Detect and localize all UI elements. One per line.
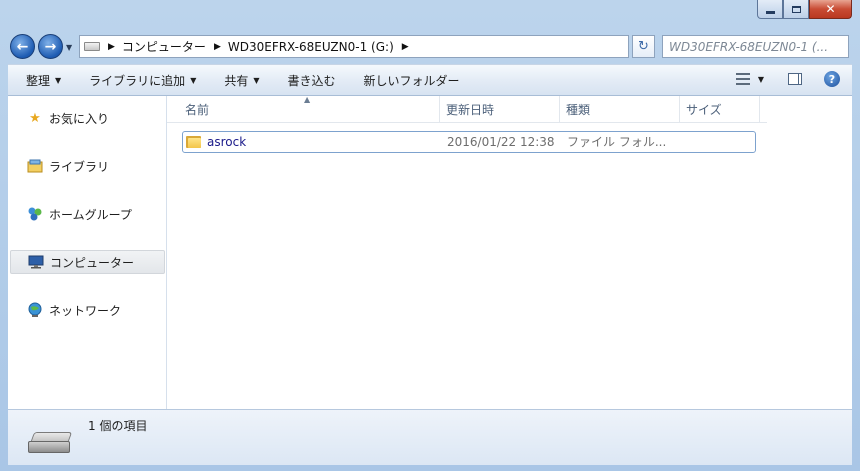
breadcrumb-computer[interactable]: コンピューター [122, 38, 206, 55]
column-header-modified[interactable]: 更新日時 [440, 96, 560, 122]
close-button[interactable]: ✕ [809, 0, 852, 19]
dropdown-caret-icon: ▼ [190, 75, 197, 85]
add-to-library-menu[interactable]: ライブラリに追加 ▼ [89, 72, 196, 89]
nav-item-homegroup[interactable]: ホームグループ [10, 202, 165, 226]
breadcrumb-separator-icon[interactable]: ▶ [214, 42, 221, 52]
recent-pages-dropdown-icon[interactable]: ▼ [66, 43, 72, 52]
dropdown-caret-icon: ▼ [253, 75, 260, 85]
nav-item-label: コンピューター [50, 255, 135, 270]
new-folder-button[interactable]: 新しいフォルダー [364, 72, 460, 89]
window-controls: ✕ [757, 0, 852, 19]
file-list: ▲ 名前 更新日時 種類 サイズ asrock 2016/01/22 12:38… [167, 95, 852, 409]
network-icon [27, 302, 43, 318]
star-icon: ★ [29, 110, 41, 126]
change-view-icon[interactable] [735, 73, 750, 85]
column-headers: ▲ 名前 更新日時 種類 サイズ [167, 95, 767, 123]
maximize-icon [791, 5, 801, 13]
details-pane: 1 個の項目 [8, 409, 852, 465]
help-icon[interactable]: ? [824, 71, 840, 87]
search-placeholder: WD30EFRX-68EUZN0-1 (... [669, 39, 829, 54]
back-button[interactable]: ← [10, 34, 35, 59]
column-header-size[interactable]: サイズ [680, 96, 760, 122]
close-icon: ✕ [825, 2, 836, 16]
add-to-library-label: ライブラリに追加 [89, 73, 186, 88]
nav-item-network[interactable]: ネットワーク [10, 298, 165, 322]
minimize-button[interactable] [757, 0, 783, 19]
search-box[interactable]: WD30EFRX-68EUZN0-1 (... [662, 35, 849, 58]
preview-pane-icon[interactable] [788, 73, 802, 85]
drive-icon [84, 42, 100, 51]
forward-arrow-icon: → [44, 38, 57, 55]
command-bar: 整理 ▼ ライブラリに追加 ▼ 共有 ▼ 書き込む 新しいフォルダー ▼ ? [8, 64, 852, 96]
nav-item-label: ライブラリ [49, 159, 110, 174]
burn-label: 書き込む [287, 73, 336, 88]
back-arrow-icon: ← [16, 38, 29, 55]
maximize-button[interactable] [783, 0, 809, 19]
explorer-window: ✕ ← → ▼ ▶ コンピューター ▶ WD30EFRX-68EUZN0-1 (… [0, 0, 860, 471]
navigation-pane: ★ お気に入り ライブラリ ホームグループ コンピューター ネットワーク [8, 96, 167, 409]
dropdown-caret-icon: ▼ [55, 75, 62, 85]
organize-label: 整理 [26, 73, 51, 88]
share-label: 共有 [224, 73, 249, 88]
item-count: 1 個の項目 [88, 419, 148, 433]
file-type: ファイル フォル... [567, 135, 667, 149]
organize-menu[interactable]: 整理 ▼ [26, 72, 61, 89]
refresh-button[interactable]: ↻ [632, 35, 655, 58]
drive-large-icon [28, 432, 74, 454]
breadcrumb-drive[interactable]: WD30EFRX-68EUZN0-1 (G:) [228, 40, 394, 54]
breadcrumb-separator-icon[interactable]: ▶ [108, 42, 115, 52]
view-dropdown-caret-icon[interactable]: ▼ [758, 75, 764, 84]
new-folder-label: 新しいフォルダー [363, 73, 460, 88]
burn-button[interactable]: 書き込む [288, 72, 336, 89]
refresh-icon: ↻ [638, 39, 649, 54]
nav-item-favorites[interactable]: ★ お気に入り [10, 106, 165, 130]
nav-item-computer[interactable]: コンピューター [10, 250, 165, 274]
share-menu[interactable]: 共有 ▼ [224, 72, 259, 89]
nav-item-libraries[interactable]: ライブラリ [10, 154, 165, 178]
breadcrumb-separator-icon[interactable]: ▶ [402, 42, 409, 52]
toolbar-right: ▼ ? [735, 71, 840, 87]
computer-icon [28, 254, 44, 270]
minimize-icon [765, 10, 775, 14]
column-header-type[interactable]: 種類 [560, 96, 680, 122]
file-modified: 2016/01/22 12:38 [447, 135, 555, 149]
homegroup-icon [27, 206, 43, 222]
nav-item-label: ネットワーク [49, 303, 122, 318]
library-icon [27, 158, 43, 174]
nav-item-label: ホームグループ [49, 207, 132, 222]
forward-button[interactable]: → [38, 34, 63, 59]
column-header-name[interactable]: 名前 [179, 96, 440, 122]
nav-item-label: お気に入り [49, 111, 110, 126]
folder-icon [186, 135, 201, 148]
file-name[interactable]: asrock [207, 132, 246, 152]
file-row[interactable]: asrock 2016/01/22 12:38 ファイル フォル... [182, 131, 756, 153]
address-bar[interactable]: ▶ コンピューター ▶ WD30EFRX-68EUZN0-1 (G:) ▶ [79, 35, 629, 58]
